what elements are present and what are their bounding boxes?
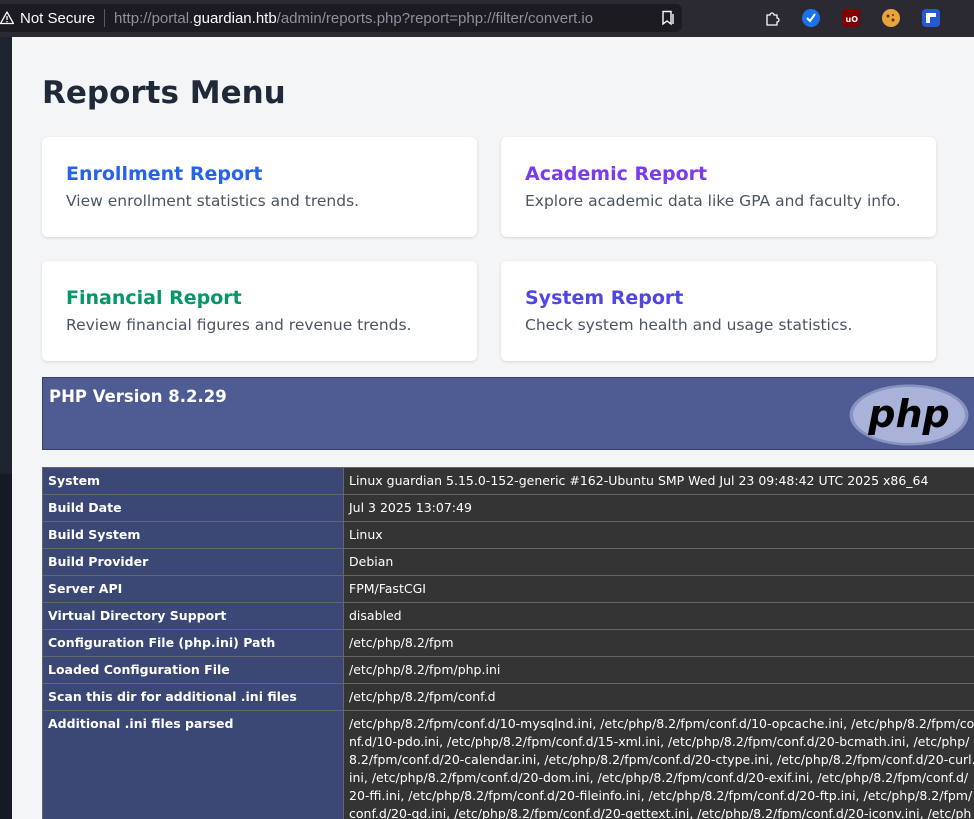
row-value: /etc/php/8.2/fpm/conf.d/10-mysqlnd.ini, … [343,710,974,819]
page-content: Reports Menu Enrollment Report View enro… [12,37,974,819]
card-academic-report[interactable]: Academic Report Explore academic data li… [501,137,936,237]
row-key: Scan this dir for additional .ini files [42,683,344,711]
puzzle-icon[interactable] [763,9,781,27]
table-row: Scan this dir for additional .ini files /… [42,683,974,711]
sidebar-strip-lower [0,474,12,819]
warning-icon[interactable] [0,11,14,25]
table-row: Virtual Directory Support disabled [42,602,974,630]
card-description: Review financial figures and revenue tre… [66,316,412,334]
vpn-shield-icon[interactable] [802,9,820,27]
card-title[interactable]: System Report [525,287,683,309]
url-host: guardian.htb [193,9,277,27]
row-value: Linux [343,521,974,549]
row-value: Linux guardian 5.15.0-152-generic #162-U… [343,467,974,495]
cookie-icon[interactable] [882,9,900,27]
card-title[interactable]: Enrollment Report [66,163,263,185]
row-key: Virtual Directory Support [42,602,344,630]
row-key: Additional .ini files parsed [42,710,344,819]
row-value: FPM/FastCGI [343,575,974,603]
row-key: Configuration File (php.ini) Path [42,629,344,657]
row-value: disabled [343,602,974,630]
bookmark-icon[interactable] [660,10,676,26]
profile-icon[interactable] [922,9,940,27]
card-title[interactable]: Financial Report [66,287,242,309]
row-key: System [42,467,344,495]
table-row: Build Date Jul 3 2025 13:07:49 [42,494,974,522]
url-text[interactable]: http://portal.guardian.htb/admin/reports… [114,10,654,27]
row-value: Jul 3 2025 13:07:49 [343,494,974,522]
url-path: /admin/reports.php?report=php://filter/c… [276,9,594,27]
row-value: /etc/php/8.2/fpm/conf.d [343,683,974,711]
row-key: Loaded Configuration File [42,656,344,684]
card-system-report[interactable]: System Report Check system health and us… [501,261,936,361]
url-divider [104,9,106,27]
phpinfo-table: System Linux guardian 5.15.0-152-generic … [42,467,974,819]
card-description: Check system health and usage statistics… [525,316,853,334]
row-key: Build Date [42,494,344,522]
row-key: Server API [42,575,344,603]
row-value: Debian [343,548,974,576]
table-row: Build Provider Debian [42,548,974,576]
security-status-label[interactable]: Not Secure [20,10,95,27]
phpinfo-header: PHP Version 8.2.29 php [42,377,974,450]
row-key: Build Provider [42,548,344,576]
card-enrollment-report[interactable]: Enrollment Report View enrollment statis… [42,137,477,237]
sidebar-strip [0,37,12,819]
php-logo[interactable]: php [849,382,974,448]
row-value: /etc/php/8.2/fpm [343,629,974,657]
php-logo-text: php [867,392,949,436]
table-row: Additional .ini files parsed/etc/php/8.2… [42,710,974,819]
table-row: Loaded Configuration File/etc/php/8.2/fp… [42,656,974,684]
table-row: Configuration File (php.ini) Path/etc/ph… [42,629,974,657]
table-row: Server API FPM/FastCGI [42,575,974,603]
url-prefix: http://portal. [114,9,194,27]
address-bar[interactable]: Not Secure http://portal.guardian.htb/ad… [0,4,682,32]
svg-text:uO: uO [846,15,859,24]
card-description: Explore academic data like GPA and facul… [525,192,901,210]
row-value: /etc/php/8.2/fpm/php.ini [343,656,974,684]
card-description: View enrollment statistics and trends. [66,192,360,210]
php-version-label: PHP Version 8.2.29 [49,387,227,406]
table-row: System Linux guardian 5.15.0-152-generic … [42,467,974,495]
table-row: Build System Linux [42,521,974,549]
card-title[interactable]: Academic Report [525,163,707,185]
page-title: Reports Menu [42,75,286,111]
ublock-icon[interactable]: uO [842,9,860,27]
row-key: Build System [42,521,344,549]
browser-toolbar: Not Secure http://portal.guardian.htb/ad… [0,0,974,38]
card-financial-report[interactable]: Financial Report Review financial figure… [42,261,477,361]
